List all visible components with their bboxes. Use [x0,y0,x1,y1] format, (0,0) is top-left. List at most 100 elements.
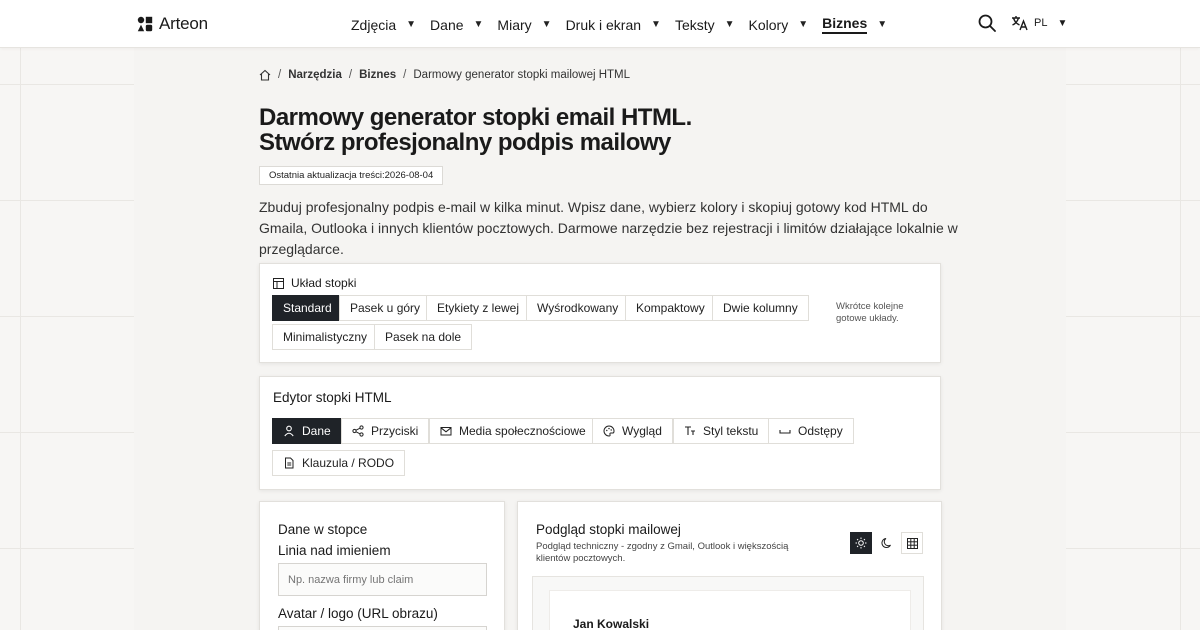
tab-label: Odstępy [798,424,843,438]
layout-option-kompaktowy[interactable]: Kompaktowy [625,295,716,321]
caret-down-icon: ▼ [651,19,661,30]
grid-icon [906,537,918,549]
tab-label: Klauzula / RODO [302,456,395,470]
preview-frame: Jan Kowalski [532,576,924,630]
tab-label: Przyciski [371,424,419,438]
avatar-url-input[interactable] [278,626,487,630]
brand-name: Arteon [159,14,208,33]
share-icon [352,425,364,437]
layout-option-pasek-na-dole[interactable]: Pasek na dole [374,324,473,350]
data-card: Dane w stopce Linia nad imieniem Avatar … [259,501,505,630]
tab-przyciski[interactable]: Przyciski [341,418,430,444]
sun-icon [855,537,867,549]
user-icon [284,425,294,437]
layout-option-dwie-kolumny[interactable]: Dwie kolumny [712,295,809,321]
tab-label: Wygląd [622,424,662,438]
coming-soon-note: Wkrótce kolejne gotowe układy. [836,301,904,324]
breadcrumb-link-narzedzia[interactable]: Narzędzia [288,69,342,81]
search-icon[interactable] [978,14,996,32]
language-code: PL [1034,17,1048,29]
updated-date: 2026-08-04 [384,170,434,181]
caret-down-icon: ▼ [406,19,417,30]
nav-item-druk-i-ekran[interactable]: Druk i ekran ▼ [566,15,661,34]
nav-label: Biznes [822,15,868,34]
caret-down-icon: ▼ [1057,17,1068,29]
breadcrumb-separator: / [403,69,407,81]
preview-subtitle: Podgląd techniczny - zgodny z Gmail, Out… [536,541,789,564]
tab-odstepy[interactable]: Odstępy [768,418,854,444]
preview-card-title: Podgląd stopki mailowej [536,522,681,537]
preview-card: Podgląd stopki mailowej Podgląd technicz… [517,501,942,630]
tab-wyglad[interactable]: Wygląd [592,418,673,444]
layout-option-etykiety-z-lewej[interactable]: Etykiety z lewej [426,295,531,321]
language-switcher[interactable]: PL ▼ [1011,15,1067,31]
site-header: Arteon Zdjęcia ▼ Dane ▼ Miary ▼ Druk i e… [0,0,1200,48]
caret-down-icon: ▼ [541,19,552,30]
palette-icon [603,425,615,437]
nav-label: Teksty [674,16,715,33]
tab-klauzula-rodo[interactable]: Klauzula / RODO [272,450,406,476]
nav-item-dane[interactable]: Dane ▼ [430,15,483,34]
field-label-avatar: Avatar / logo (URL obrazu) [278,606,438,621]
nav-label: Druk i ekran [565,16,642,33]
page-title-line-1: Darmowy generator stopki email HTML. [259,104,692,131]
tab-label: Styl tekstu [703,424,759,438]
nav-item-kolory[interactable]: Kolory ▼ [749,15,809,34]
breadcrumb-separator: / [348,69,353,81]
nav-item-zdjecia[interactable]: Zdjęcia ▼ [351,15,416,34]
field-label-tagline: Linia nad imieniem [278,543,391,558]
nav-item-teksty[interactable]: Teksty ▼ [675,15,735,34]
updated-badge: Ostatnia aktualizacja treści:2026-08-04 [259,166,444,185]
tab-dane[interactable]: Dane [272,418,342,444]
signature-name: Jan Kowalski [573,617,650,630]
layout-icon [273,277,284,289]
header-actions: PL ▼ [978,14,1067,32]
updated-label: Ostatnia aktualizacja treści: [269,170,385,181]
layout-option-standard[interactable]: Standard [272,295,343,321]
page-title: Darmowy generator stopki email HTML. Stw… [259,105,859,155]
mail-icon [440,427,452,436]
breadcrumb-separator: / [278,69,282,81]
grid-view-button[interactable] [901,532,923,554]
document-icon [285,457,294,469]
logo[interactable]: Arteon [137,14,208,34]
tab-label: Dane [302,424,331,438]
page-title-line-2: Stwórz profesjonalny podpis mailowy [259,129,671,156]
caret-down-icon: ▼ [798,19,809,30]
layout-card: Układ stopki Standard Pasek u góry Etyki… [259,263,941,363]
lead-text: Zbuduj profesjonalny podpis e-mail w kil… [259,199,958,257]
tagline-input[interactable] [278,563,487,596]
logo-icon [137,16,153,32]
nav-label: Miary [497,16,532,33]
layout-card-header: Układ stopki [273,276,356,290]
layout-card-title: Układ stopki [291,276,357,290]
tab-label: Media społecznościowe [459,424,586,438]
moon-icon [881,538,891,548]
breadcrumb: / Narzędzia / Biznes / Darmowy generator… [259,69,630,81]
layout-option-wysrodkowany[interactable]: Wyśrodkowany [526,295,630,321]
editor-card-title: Edytor stopki HTML [273,390,392,405]
main-nav: Zdjęcia ▼ Dane ▼ Miary ▼ Druk i ekran ▼ … [351,15,901,34]
data-card-title: Dane w stopce [278,522,368,537]
signature-preview: Jan Kowalski [549,590,911,630]
nav-item-miary[interactable]: Miary ▼ [497,15,551,34]
nav-label: Kolory [748,16,789,33]
caret-down-icon: ▼ [724,19,735,30]
editor-card: Edytor stopki HTML Dane Przyciski Media … [259,376,941,490]
caret-down-icon: ▼ [473,19,484,30]
nav-label: Zdjęcia [351,16,397,33]
layout-option-pasek-u-gory[interactable]: Pasek u góry [339,295,432,321]
breadcrumb-link-biznes[interactable]: Biznes [359,69,396,81]
layout-option-minimalistyczny[interactable]: Minimalistyczny [272,324,379,350]
nav-item-biznes[interactable]: Biznes ▼ [822,15,887,34]
home-icon[interactable] [259,69,271,81]
dark-mode-button[interactable] [876,532,898,554]
nav-label: Dane [430,16,464,33]
tab-styl-tekstu[interactable]: Styl tekstu [673,418,770,444]
text-style-icon [685,426,695,435]
translate-icon [1012,16,1028,31]
tab-media-spolecznosciowe[interactable]: Media społecznościowe [429,418,597,444]
spacing-icon [779,430,791,434]
light-mode-button[interactable] [850,532,872,554]
caret-down-icon: ▼ [877,19,888,30]
